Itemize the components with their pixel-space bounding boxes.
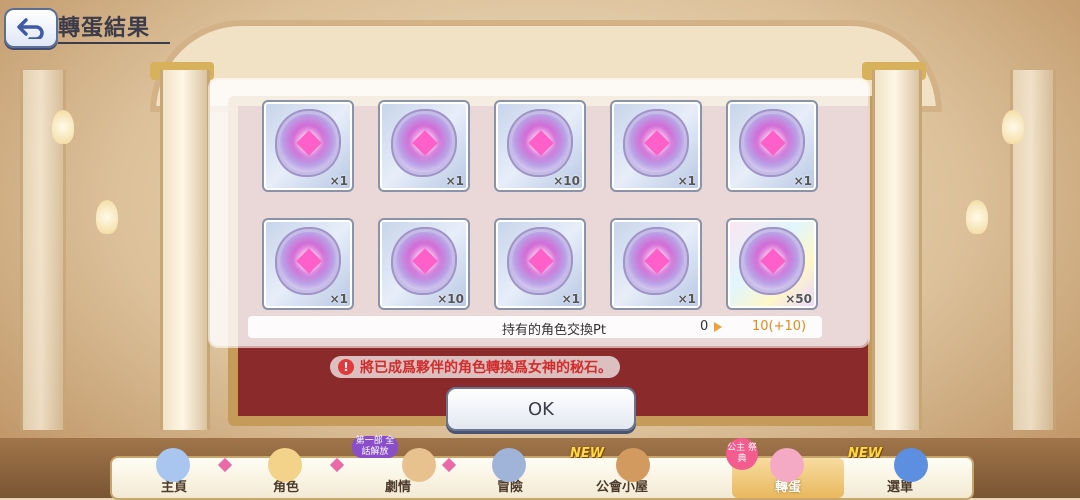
ok-button[interactable]: OK bbox=[446, 387, 636, 431]
result-item[interactable]: ×1 bbox=[262, 100, 354, 192]
result-item[interactable]: ×1 bbox=[726, 100, 818, 192]
nav-character[interactable]: 角色 bbox=[230, 448, 345, 498]
back-button[interactable] bbox=[4, 8, 58, 48]
nav-menu[interactable]: NEW 選單 bbox=[844, 446, 956, 498]
item-quantity: ×10 bbox=[553, 174, 580, 188]
gacha-machine-icon bbox=[770, 448, 804, 482]
gacha-results-dialog: ×1 ×1 ×10 ×1 ×1 ×1 ×10 ×1 ×1 ×50 持有的角色交換… bbox=[210, 80, 868, 346]
nav-gacha[interactable]: 公主 祭典 轉蛋 bbox=[726, 438, 844, 498]
result-item[interactable]: ×1 bbox=[262, 218, 354, 310]
item-quantity: ×1 bbox=[329, 292, 348, 306]
scroll-icon bbox=[402, 448, 436, 482]
item-quantity: ×1 bbox=[677, 174, 696, 188]
item-quantity: ×1 bbox=[561, 292, 580, 306]
exchange-points-old: 0 bbox=[700, 319, 709, 334]
pillar-right bbox=[872, 70, 922, 430]
exchange-points-label: 持有的角色交換Pt bbox=[502, 323, 606, 338]
result-item[interactable]: ×10 bbox=[378, 218, 470, 310]
warning-icon: ! bbox=[338, 359, 354, 375]
nav-adventure[interactable]: 冒險 bbox=[454, 448, 566, 498]
new-badge: NEW bbox=[570, 446, 605, 461]
castle-icon bbox=[156, 448, 190, 482]
item-quantity: ×1 bbox=[677, 292, 696, 306]
nav-home[interactable]: 主頁 bbox=[118, 448, 233, 498]
page-title: 轉蛋結果 bbox=[58, 16, 151, 41]
bottom-nav: 主頁 角色 第一部 全話解放 劇情 冒險 NEW 公會小屋 公主 祭典 轉蛋 N… bbox=[110, 436, 974, 500]
wall-lamp-icon bbox=[96, 200, 118, 234]
wall-lamp-icon bbox=[1002, 110, 1024, 144]
exchange-points-bar: 持有的角色交換Pt 0 10(+10) bbox=[248, 316, 822, 338]
story-ribbon-badge: 第一部 全話解放 bbox=[352, 436, 398, 458]
crystal-icon bbox=[894, 448, 928, 482]
nav-guild[interactable]: NEW 公會小屋 bbox=[566, 446, 678, 498]
page-title-wrap: 轉蛋結果 bbox=[58, 10, 170, 44]
notice-text: 將已成爲夥伴的角色轉換爲女神的秘石。 bbox=[360, 360, 612, 376]
wall-lamp-icon bbox=[966, 200, 988, 234]
conversion-notice: ! 將已成爲夥伴的角色轉換爲女神的秘石。 bbox=[330, 356, 620, 378]
item-quantity: ×1 bbox=[445, 174, 464, 188]
result-item[interactable]: ×10 bbox=[494, 100, 586, 192]
result-item[interactable]: ×1 bbox=[378, 100, 470, 192]
wall-lamp-icon bbox=[52, 110, 74, 144]
result-item[interactable]: ×1 bbox=[494, 218, 586, 310]
result-item-rare[interactable]: ×50 bbox=[726, 218, 818, 310]
item-quantity: ×1 bbox=[793, 174, 812, 188]
nav-story[interactable]: 第一部 全話解放 劇情 bbox=[342, 436, 457, 498]
item-quantity: ×1 bbox=[329, 174, 348, 188]
back-arrow-icon bbox=[17, 18, 44, 39]
item-quantity: ×10 bbox=[437, 292, 464, 306]
arrow-right-icon bbox=[714, 322, 722, 332]
sword-shield-icon bbox=[492, 448, 526, 482]
guild-house-icon bbox=[616, 448, 650, 482]
new-badge: NEW bbox=[848, 446, 883, 461]
exchange-points-new: 10(+10) bbox=[752, 319, 807, 334]
result-item[interactable]: ×1 bbox=[610, 218, 702, 310]
event-badge: 公主 祭典 bbox=[726, 438, 758, 470]
item-quantity: ×50 bbox=[785, 292, 812, 306]
character-portrait-icon bbox=[268, 448, 302, 482]
nav-label: 劇情 bbox=[384, 480, 411, 495]
pillar-left bbox=[160, 70, 210, 430]
result-item[interactable]: ×1 bbox=[610, 100, 702, 192]
title-underline bbox=[58, 42, 170, 44]
